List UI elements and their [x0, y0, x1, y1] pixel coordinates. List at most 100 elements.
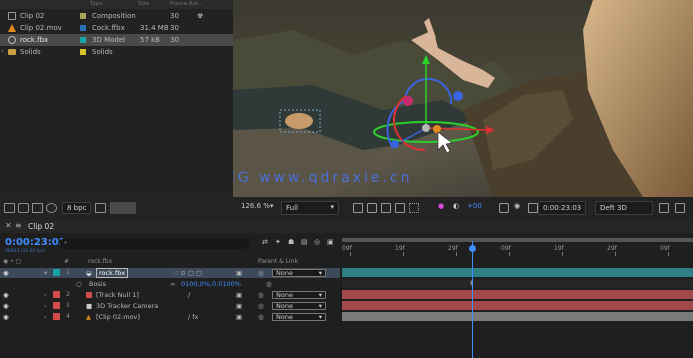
new-composition-icon[interactable]	[32, 203, 43, 213]
layer-name[interactable]: 3D Tracker Camera	[96, 302, 158, 310]
chevron-down-icon[interactable]: ▾	[44, 269, 47, 277]
label-swatch[interactable]	[80, 49, 86, 55]
column-frame-rate[interactable]: Frame Rat...	[170, 1, 203, 7]
parent-select[interactable]: None ▾	[272, 313, 326, 321]
layer-switches[interactable]: ∕	[188, 291, 190, 299]
3d-view-icon[interactable]	[659, 203, 669, 213]
layer-property-row[interactable]: ○ Bosis ∞ 0100,0%,0.0100% ◎	[0, 279, 340, 289]
source-name-header[interactable]: rock.fbx	[88, 258, 112, 265]
preview-icon[interactable]	[528, 203, 538, 213]
column-type[interactable]: Type	[90, 1, 103, 7]
color-swatch-button[interactable]	[110, 202, 136, 214]
parent-select[interactable]: None ▾	[272, 302, 326, 310]
chevron-down-icon[interactable]: ▾	[270, 202, 274, 214]
current-time-field[interactable]: 0:00:23:03	[538, 201, 587, 215]
transparency-grid-icon[interactable]	[367, 203, 377, 213]
mask-visibility-icon[interactable]	[381, 203, 391, 213]
pickwhip-icon[interactable]: ◎	[258, 269, 264, 277]
layer-name[interactable]: rock.fbx	[96, 268, 129, 278]
tab-clip02[interactable]: Clip 02	[28, 222, 54, 231]
snapshot-icon[interactable]	[499, 203, 509, 213]
chevron-right-icon[interactable]: ›	[44, 313, 47, 321]
composition-viewer[interactable]: 技之CG www.qdraxie.cn	[233, 0, 693, 197]
layer-bar-2[interactable]	[342, 290, 693, 299]
graph-editor-icon[interactable]: ▣	[327, 238, 334, 246]
layer-name[interactable]: [Clip 02.mov]	[96, 313, 140, 321]
timeline-track-area[interactable]: 09f 19f 29f 09f 19f 29f 09f ‡	[342, 233, 693, 358]
property-value[interactable]: 0100,0%,0.0100%	[181, 280, 241, 288]
link-icon[interactable]: ∞	[170, 280, 175, 288]
zoom-value[interactable]: 126.6 %	[241, 202, 270, 214]
3d-layer-switch-icon[interactable]: ▣	[236, 313, 242, 321]
guides-icon[interactable]	[395, 203, 405, 213]
project-item-clip02[interactable]: Clip 02 Composition 30 ☢	[0, 10, 233, 22]
menu-icon[interactable]: ≡	[15, 221, 22, 230]
renderer-button[interactable]: Deft 3D	[595, 201, 653, 215]
keyframe-icon[interactable]: ‡	[470, 280, 473, 287]
eye-icon[interactable]: ◉	[3, 291, 9, 299]
timeline-current-time[interactable]: 0:00:23:03	[5, 237, 66, 248]
parent-select[interactable]: None ▾	[272, 291, 326, 299]
project-item-solids[interactable]: › Solids Solids	[0, 46, 233, 58]
layer-name[interactable]: [Track Null 1]	[96, 291, 139, 299]
layer-bar-4[interactable]	[342, 312, 693, 321]
close-tab-icon[interactable]: ✕	[5, 221, 12, 230]
playhead[interactable]	[472, 241, 473, 358]
time-ruler[interactable]: 09f 19f 29f 09f 19f 29f 09f	[342, 233, 693, 257]
label-swatch[interactable]	[80, 25, 86, 31]
label-swatch[interactable]	[80, 13, 86, 19]
playhead-handle[interactable]	[469, 245, 476, 252]
region-of-interest-icon[interactable]	[353, 203, 363, 213]
trash-icon[interactable]	[95, 203, 106, 213]
resolution-select[interactable]: Full ▾	[281, 201, 339, 215]
flowchart-icon[interactable]: ☢	[197, 12, 203, 20]
layer-search-input[interactable]: ⌕	[60, 238, 250, 249]
camera-view-icon[interactable]	[675, 203, 685, 213]
parent-link-header[interactable]: Parent & Link	[258, 258, 298, 265]
layer-row-4[interactable]: ◉ › 4 ▲ [Clip 02.mov] ∕ fx ▣ ◎ None ▾	[0, 312, 340, 322]
shy-layers-icon[interactable]: ☗	[288, 238, 294, 246]
project-settings-icon[interactable]	[46, 203, 57, 213]
pickwhip-icon[interactable]: ◎	[266, 280, 272, 288]
pickwhip-icon[interactable]: ◎	[258, 291, 264, 299]
draft-3d-icon[interactable]: ✦	[275, 238, 281, 246]
exposure-icon[interactable]: ◐	[453, 202, 459, 214]
interpret-footage-icon[interactable]	[4, 203, 15, 213]
layer-row-3[interactable]: ◉ › 3 ■ 3D Tracker Camera ▣ ◎ None ▾	[0, 301, 340, 311]
pickwhip-icon[interactable]: ◎	[258, 313, 264, 321]
exposure-value[interactable]: +00	[467, 202, 482, 214]
layer-bar-1[interactable]	[342, 268, 693, 277]
color-channel-icon[interactable]: ●	[438, 202, 444, 214]
3d-layer-switch-icon[interactable]: ▣	[236, 269, 242, 277]
label-swatch[interactable]	[80, 37, 86, 43]
show-channel-icon[interactable]: ◉	[514, 202, 520, 214]
project-item-clip02-mov[interactable]: Clip 02.mov Cock.ffbx 31.4 MB 30	[0, 22, 233, 34]
chevron-right-icon[interactable]: ›	[44, 291, 47, 299]
new-folder-icon[interactable]	[18, 203, 29, 213]
layer-label-color[interactable]	[53, 291, 60, 298]
3d-layer-switch-icon[interactable]: ▣	[236, 291, 242, 299]
frame-blending-icon[interactable]: ▤	[301, 238, 308, 246]
eye-icon[interactable]: ◉	[3, 313, 9, 321]
motion-blur-icon[interactable]: ◎	[314, 238, 320, 246]
composition-mini-flowchart-icon[interactable]: ⇄	[262, 238, 268, 246]
layer-switches[interactable]: ∕ fx	[188, 313, 198, 321]
layer-row-1[interactable]: ◉ ▾ 1 ◒ rock.fbx ∴ ⊙ ▢ ▢ ▣ ◎ None ▾	[0, 268, 340, 278]
stopwatch-icon[interactable]: ○	[76, 280, 82, 288]
project-item-rock-fbx[interactable]: rock.fbx 3D Model 57 kB 30	[0, 34, 233, 46]
chevron-right-icon[interactable]: ›	[44, 302, 47, 310]
layer-switches[interactable]: ∴ ⊙ ▢ ▢	[174, 269, 202, 277]
grid-icon[interactable]	[409, 203, 419, 213]
column-size[interactable]: Size	[138, 1, 149, 7]
bit-depth-button[interactable]: 8 bpc	[62, 202, 92, 214]
eye-icon[interactable]: ◉	[3, 302, 9, 310]
chevron-right-icon[interactable]: ›	[1, 47, 4, 55]
eye-icon[interactable]: ◉	[3, 269, 9, 277]
layer-label-color[interactable]	[53, 313, 60, 320]
layer-label-color[interactable]	[53, 269, 60, 276]
parent-select[interactable]: None ▾	[272, 269, 326, 277]
layer-row-2[interactable]: ◉ › 2 [Track Null 1] ∕ ▣ ◎ None ▾	[0, 290, 340, 300]
3d-layer-switch-icon[interactable]: ▣	[236, 302, 242, 310]
layer-bar-3[interactable]	[342, 301, 693, 310]
pickwhip-icon[interactable]: ◎	[258, 302, 264, 310]
